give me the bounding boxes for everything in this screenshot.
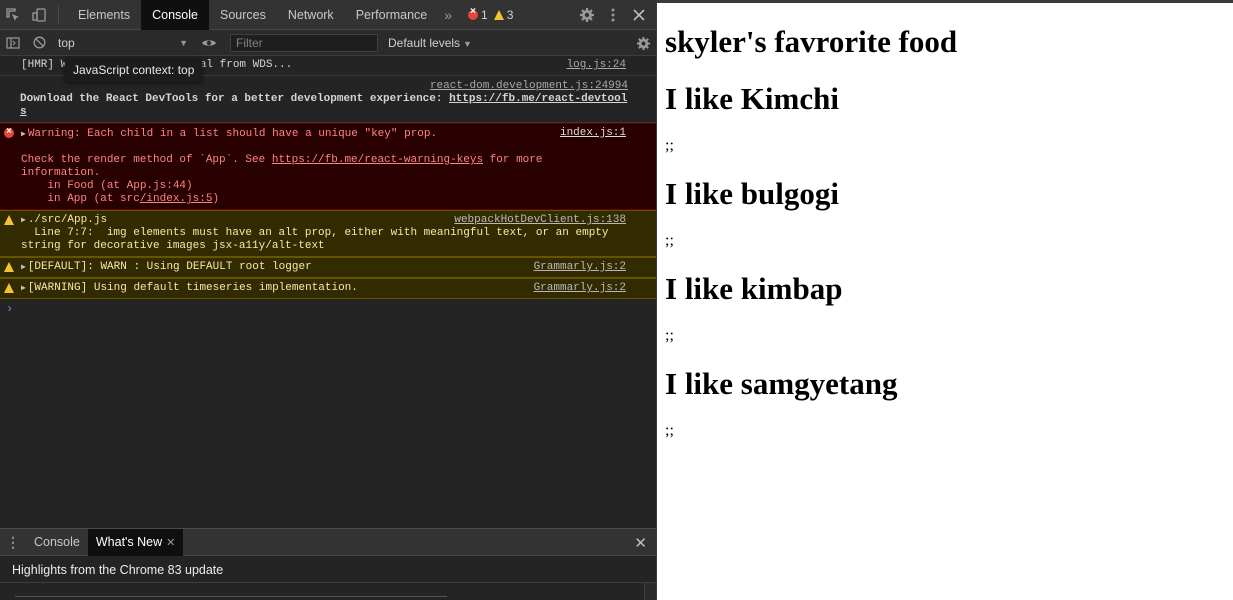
react-devtools-text: Download the React DevTools for a better… [20, 93, 450, 105]
react-warning-keys-link[interactable]: https://fb.me/react-warning-keys [272, 154, 483, 166]
context-tooltip: JavaScript context: top [65, 58, 203, 82]
message-source-link[interactable]: webpackHotDevClient.js:138 [454, 214, 626, 227]
warning-icon [4, 283, 14, 293]
more-options-icon[interactable] [600, 0, 626, 30]
drawer-content [0, 583, 656, 600]
drawer-tabbar: ⋮ Console What's New ✕ ✕ [0, 528, 656, 556]
warning-icon [4, 215, 14, 225]
warning-line-2: Line 7:7: img elements must have an alt … [21, 227, 609, 239]
tab-elements[interactable]: Elements [67, 0, 141, 30]
filter-input[interactable]: Filter [230, 33, 378, 52]
dropdown-arrow-icon: ▼ [463, 38, 472, 49]
food-note: ;; [665, 422, 674, 439]
food-note: ;; [665, 137, 674, 154]
timeseries-warn-text: [WARNING] Using default timeseries imple… [27, 282, 358, 294]
sidebar-toggle-icon[interactable] [0, 28, 26, 58]
expand-triangle-icon[interactable]: ▶ [21, 216, 26, 225]
whats-new-highlights: Highlights from the Chrome 83 update [0, 556, 656, 583]
console-warning-default-logger: ▶ [DEFAULT]: WARN : Using DEFAULT root lo… [0, 257, 656, 278]
drawer-tab-label: What's New [95, 534, 163, 549]
warning-line-1: ./src/App.js [27, 214, 108, 226]
error-line-1: Warning: Each child in a list should hav… [27, 128, 438, 140]
food-heading: I like bulgogi [665, 176, 839, 211]
hmr-text-end: nal from WDS... [193, 59, 293, 71]
inspect-element-icon[interactable] [0, 0, 26, 30]
food-item: I like samgyetang ;; [665, 366, 1233, 440]
rendered-page: skyler's favrorite food I like Kimchi ;;… [657, 0, 1233, 600]
hmr-text-start: [HMR] W [21, 59, 68, 71]
devtools-drawer: ⋮ Console What's New ✕ ✕ Highlights from … [0, 528, 656, 600]
issue-counts[interactable]: 1 3 [468, 6, 514, 22]
message-source-link[interactable]: log.js:24 [567, 59, 626, 72]
context-value: top [58, 35, 75, 50]
close-drawer-icon[interactable]: ✕ [634, 534, 647, 552]
chevron-double-right-icon[interactable]: » [438, 7, 458, 23]
toolbar-divider [58, 5, 59, 24]
warning-count: 3 [506, 7, 514, 22]
expand-triangle-icon[interactable]: ▶ [21, 263, 26, 272]
warning-icon [4, 262, 14, 272]
device-toolbar-icon[interactable] [26, 0, 52, 30]
expand-triangle-icon[interactable]: ▶ [21, 130, 26, 139]
console-settings-gear-icon[interactable] [630, 30, 656, 56]
food-heading: I like Kimchi [665, 81, 839, 116]
error-line-4-suffix: ) [212, 193, 220, 205]
tab-console[interactable]: Console [141, 0, 209, 30]
expand-triangle-icon[interactable]: ▶ [21, 284, 26, 293]
warning-line-3: string for decorative images jsx-a11y/al… [21, 240, 325, 252]
live-expression-eye-icon[interactable] [196, 28, 222, 58]
devtools-panel: Elements Console Sources Network Perform… [0, 0, 657, 600]
console-warning-app-js: ▶ ./src/App.js webpackHotDevClient.js:138… [0, 210, 656, 257]
message-source-link[interactable]: react-dom.development.js:24994 [430, 80, 628, 92]
food-note: ;; [665, 232, 674, 249]
tab-network[interactable]: Network [277, 0, 345, 30]
close-tab-icon[interactable]: ✕ [166, 537, 175, 549]
javascript-context-select[interactable]: top ▼ [52, 36, 192, 50]
food-note: ;; [665, 327, 674, 344]
message-source-link[interactable]: Grammarly.js:2 [534, 261, 626, 274]
console-toolbar: top ▼ Filter Default levels ▼ [0, 30, 656, 56]
food-heading: I like samgyetang [665, 366, 898, 401]
settings-gear-icon[interactable] [574, 0, 600, 30]
tab-performance[interactable]: Performance [345, 0, 439, 30]
clear-console-icon[interactable] [26, 28, 52, 58]
console-error-key-warning: ▶Warning: Each child in a list should ha… [0, 123, 656, 210]
drawer-tab-whats-new[interactable]: What's New ✕ [87, 528, 184, 556]
close-icon[interactable] [626, 0, 652, 30]
dropdown-arrow-icon: ▼ [179, 37, 188, 48]
react-devtools-link[interactable]: https://fb.me/react-devtool [449, 93, 627, 105]
devtools-tabbar: Elements Console Sources Network Perform… [0, 0, 656, 30]
error-icon [4, 125, 14, 138]
food-item: I like kimbap ;; [665, 271, 1233, 345]
console-messages: [HMR] W nal from WDS... log.js:24 react-d… [0, 56, 656, 320]
error-icon [468, 6, 479, 20]
log-levels-select[interactable]: Default levels ▼ [388, 36, 472, 50]
drawer-scrollbar[interactable] [644, 583, 656, 600]
index-js-link[interactable]: /index.js:5 [140, 193, 213, 205]
error-count: 1 [481, 7, 488, 22]
error-line-3: in Food (at App.js:44) [21, 180, 193, 192]
tab-sources[interactable]: Sources [209, 0, 277, 30]
levels-label: Default levels [388, 35, 461, 50]
react-devtools-link-wrap[interactable]: s [20, 106, 27, 118]
food-item: I like bulgogi ;; [665, 176, 1233, 250]
message-source-link[interactable]: Grammarly.js:2 [534, 282, 626, 295]
food-heading: I like kimbap [665, 271, 843, 306]
drawer-menu-icon[interactable]: ⋮ [0, 534, 26, 551]
error-line-2-prefix: Check the render method of `App`. See [21, 154, 272, 166]
console-message-react-devtools: react-dom.development.js:24994 Download … [0, 76, 656, 123]
message-source-link[interactable]: index.js:1 [560, 127, 626, 140]
console-prompt-input[interactable]: › [0, 299, 656, 320]
page-title: skyler's favrorite food [665, 24, 958, 59]
console-warning-timeseries: ▶ [WARNING] Using default timeseries impl… [0, 278, 656, 299]
warning-icon [493, 9, 504, 20]
drawer-tab-console[interactable]: Console [26, 529, 88, 556]
default-warn-text: [DEFAULT]: WARN : Using DEFAULT root log… [27, 261, 312, 273]
content-divider [15, 596, 447, 597]
food-item: I like Kimchi ;; [665, 81, 1233, 155]
error-line-4-prefix: in App (at src [21, 193, 140, 205]
